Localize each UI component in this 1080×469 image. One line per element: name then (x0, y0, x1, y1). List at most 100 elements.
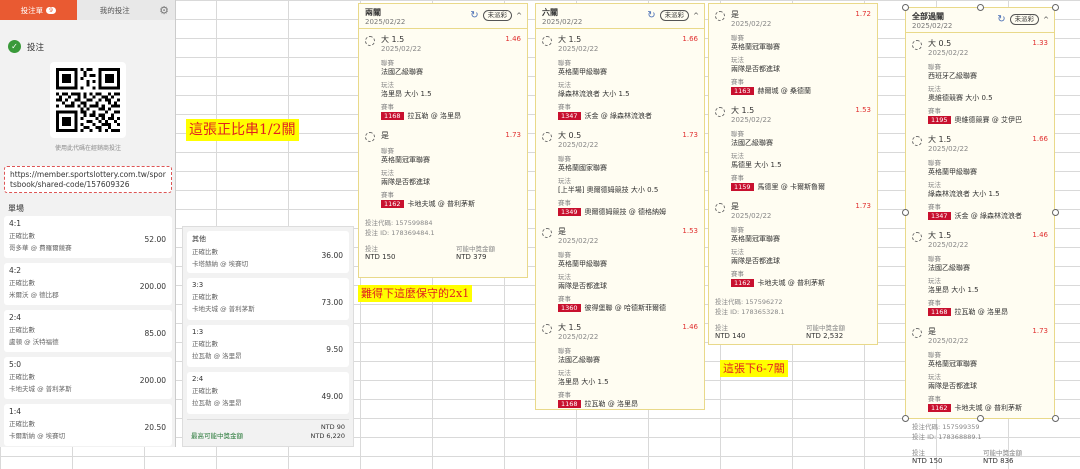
list-item[interactable]: 1:3 正確比數 拉瓦勒 @ 洛里昂 9.50 (187, 325, 349, 367)
ticket-header: 兩關 2025/02/22 ↻ 未派彩 ^ (359, 4, 527, 29)
tab-my-bets[interactable]: 我的投注 (77, 0, 154, 20)
chevron-up-icon[interactable]: ^ (693, 12, 699, 20)
leg-play: 綠森林流浪者 大小 1.5 (558, 90, 630, 98)
resize-handle[interactable] (1052, 415, 1059, 422)
match-code: 1349 (558, 208, 581, 216)
ticket-leg: 大 0.5 2025/02/22 1.73 聯賽 英格蘭國家聯賽 玩法 [上半場… (536, 125, 704, 221)
ticket-all-parlay[interactable]: 全部過關 2025/02/22 ↻ 未派彩 ^ 大 0.5 2025/02/22… (905, 7, 1055, 465)
refresh-icon[interactable]: ↻ (470, 10, 478, 21)
status-badge: 未派彩 (1009, 14, 1040, 25)
leg-odds: 1.73 (1032, 327, 1048, 335)
league-label: 聯賽 (558, 59, 571, 67)
bet-id: 178368889.1 (938, 433, 982, 441)
stake-label: 投注 (715, 324, 728, 332)
leg-match: 拉瓦勒 @ 洛里昂 (954, 308, 1008, 316)
leg-match: 馬德里 @ 卡爾斯魯爾 (757, 183, 825, 191)
qr-caption: 使用此代碼在經銷商投注 (54, 145, 121, 152)
leg-play: 洛里昂 大小 1.5 (928, 286, 979, 294)
leg-play: 兩隊是否都進球 (928, 382, 977, 390)
leg-league: 英格蘭甲級聯賽 (558, 260, 607, 268)
leg-league: 法國乙級聯賽 (731, 139, 773, 147)
max-payout-label: 最高可能中獎金額 (191, 432, 243, 440)
list-item[interactable]: 2:4 正確比數 盧頓 @ 沃特福德 85.00 (4, 310, 172, 352)
resize-handle[interactable] (902, 4, 909, 11)
tab-betslip[interactable]: 投注單 9 (0, 0, 77, 20)
leg-odds: 1.72 (855, 10, 871, 18)
match-label: 賽事 (381, 191, 394, 199)
match-label: 賽事 (381, 103, 394, 111)
stake-value: NTD 150 (912, 457, 943, 465)
resize-handle[interactable] (977, 415, 984, 422)
status-badge: 未派彩 (659, 10, 690, 21)
match-code: 1347 (928, 212, 951, 220)
leg-selection: 是 (731, 202, 739, 211)
leg-date: 2025/02/22 (731, 116, 772, 124)
leg-match: 卡地夫城 @ 普利茅斯 (954, 404, 1022, 412)
leg-selection: 是 (558, 227, 566, 236)
play-label: 玩法 (928, 85, 941, 93)
leg-market: 2:4 (192, 375, 204, 383)
leg-match: 彼得堡聯 @ 哈德斯菲爾德 (584, 304, 666, 312)
payout-label: 可能中獎金額 (806, 324, 845, 332)
leg-odds: 1.46 (505, 35, 521, 43)
leg-type: 正確比數 (9, 420, 35, 428)
ticket-header: 六關 2025/02/22 ↻ 未派彩 ^ (536, 4, 704, 29)
list-item[interactable]: 5:0 正確比數 卡地夫城 @ 普利茅斯 200.00 (4, 357, 172, 399)
max-payout: NTD 6,220 (310, 432, 345, 440)
gear-icon[interactable]: ⚙ (153, 0, 175, 20)
list-item[interactable]: 4:2 正確比數 米爾沃 @ 德比郡 200.00 (4, 263, 172, 305)
league-label: 聯賽 (558, 251, 571, 259)
payout-label: 可能中獎金額 (456, 245, 495, 253)
refresh-icon[interactable]: ↻ (997, 14, 1005, 25)
pending-icon (365, 132, 375, 142)
resize-handle[interactable] (902, 415, 909, 422)
match-code: 1168 (928, 308, 951, 316)
payout-value: NTD 836 (983, 457, 1014, 465)
leg-odds: 1.33 (1032, 39, 1048, 47)
leg-selection: 大 0.5 (928, 39, 952, 48)
league-label: 聯賽 (381, 59, 394, 67)
qr-code (50, 62, 126, 138)
league-label: 聯賽 (928, 255, 941, 263)
list-item[interactable]: 4:1 正確比數 哥多華 @ 費羅爾競賽 52.00 (4, 216, 172, 258)
chevron-up-icon[interactable]: ^ (516, 12, 522, 20)
leg-odds: 1.53 (855, 106, 871, 114)
resize-handle[interactable] (1052, 209, 1059, 216)
match-label: 賽事 (731, 78, 744, 86)
leg-market: 2:4 (9, 313, 22, 322)
bet-id: 178369484.1 (391, 229, 435, 237)
resize-handle[interactable] (977, 4, 984, 11)
leg-play: 兩隊是否都進球 (731, 257, 780, 265)
ticket-six-legs: 六關 2025/02/22 ↻ 未派彩 ^ 大 1.5 2025/02/22 1… (535, 3, 705, 410)
ticket-footer: 投注代碼: 157599884 投注 ID: 178369484.1 投注 NTD… (359, 213, 527, 265)
list-item[interactable]: 2:4 正確比數 拉瓦勒 @ 洛里昂 49.00 (187, 372, 349, 414)
play-label: 玩法 (558, 177, 571, 185)
list-item[interactable]: 其他 正確比數 卡塔赫納 @ 埃賽切 36.00 (187, 231, 349, 273)
refresh-icon[interactable]: ↻ (647, 10, 655, 21)
leg-market: 4:2 (9, 266, 22, 275)
pending-icon (912, 40, 922, 50)
play-label: 玩法 (731, 152, 744, 160)
list-item[interactable]: 1:4 正確比數 卡爾斯納 @ 埃賽切 20.50 (4, 404, 172, 446)
annotation-note-1: 這張正比串1/2關 (186, 119, 299, 141)
leg-date: 2025/02/22 (558, 141, 599, 149)
resize-handle[interactable] (1052, 4, 1059, 11)
chevron-up-icon[interactable]: ^ (1043, 16, 1049, 24)
share-link[interactable]: https://member.sportslottery.com.tw/spor… (4, 166, 172, 193)
resize-handle[interactable] (902, 209, 909, 216)
play-label: 玩法 (928, 373, 941, 381)
leg-selection: 大 1.5 (928, 231, 952, 240)
list-item[interactable]: 3:3 正確比數 卡地夫城 @ 普利茅斯 73.00 (187, 278, 349, 320)
leg-odds: 200.00 (139, 282, 166, 291)
ticket-footer: 投注代碼: 157599359 投注 ID: 178368889.1 投注 NTD… (906, 417, 1054, 469)
leg-date: 2025/02/22 (558, 45, 599, 53)
pending-icon (715, 203, 725, 213)
leg-date: 2025/02/22 (731, 212, 772, 220)
leg-selection: 是 (381, 131, 389, 140)
leg-match: 奧維德競賽 @ 艾伊巴 (954, 116, 1022, 124)
leg-match: 卡地夫城 @ 普利茅斯 (757, 279, 825, 287)
leg-play: 兩隊是否都進球 (381, 178, 430, 186)
leg-odds: 1.73 (505, 131, 521, 139)
league-label: 聯賽 (558, 155, 571, 163)
leg-odds: 85.00 (144, 329, 166, 338)
